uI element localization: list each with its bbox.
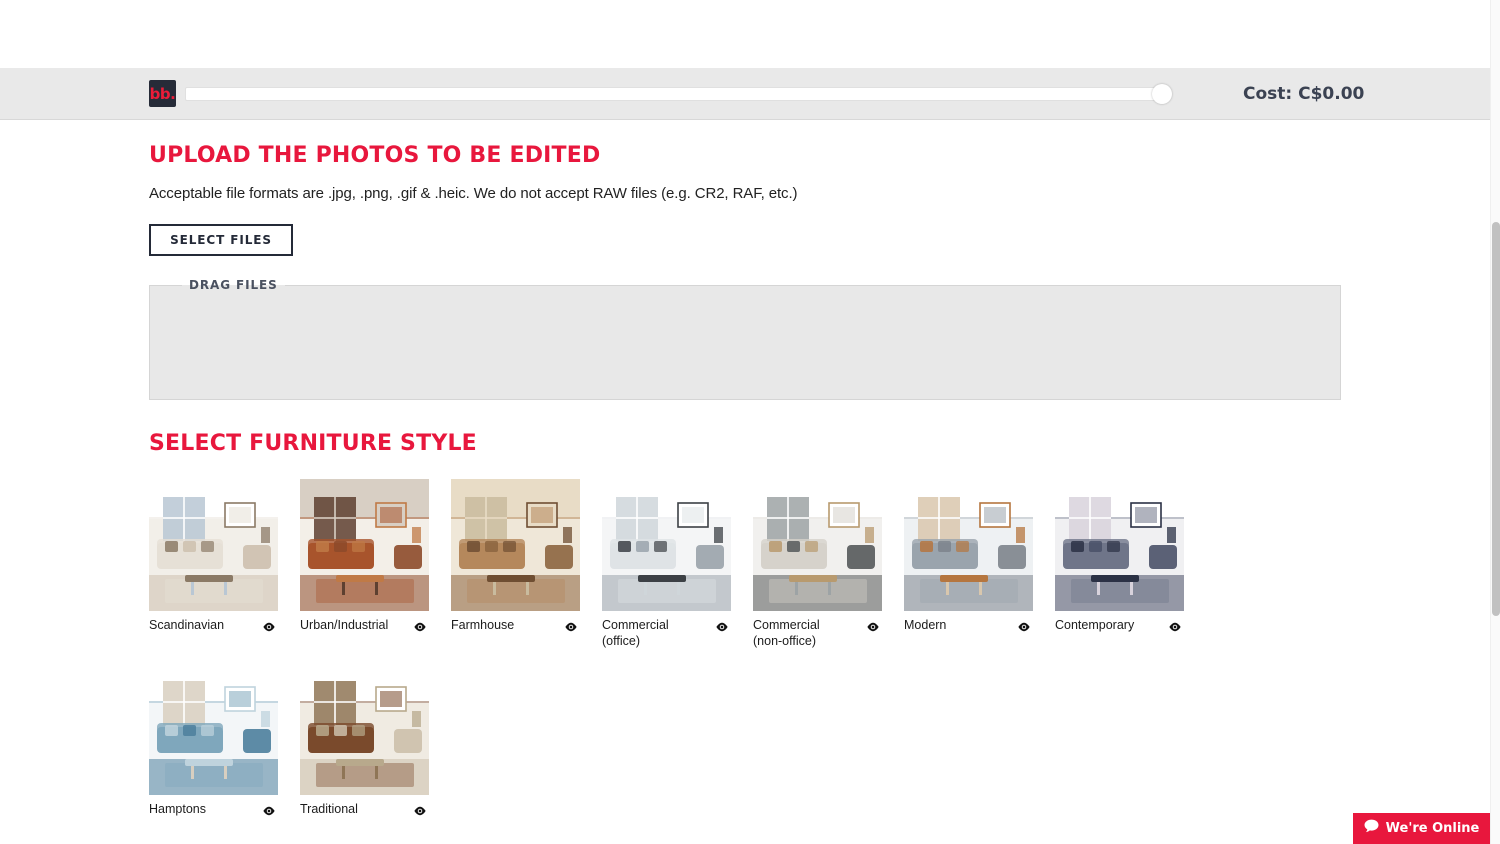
furniture-style-card[interactable]: Traditional	[300, 663, 429, 823]
cost-display: Cost: C$0.00	[1243, 83, 1365, 104]
style-label: Scandinavian	[149, 618, 225, 632]
eye-icon[interactable]	[413, 620, 427, 639]
style-card-footer: Commercial (non-office)	[753, 618, 882, 649]
furniture-style-card[interactable]: Commercial (office)	[602, 479, 731, 649]
style-thumbnail[interactable]	[602, 479, 731, 611]
eye-icon[interactable]	[1017, 620, 1031, 639]
eye-icon[interactable]	[1168, 620, 1182, 639]
style-label: Contemporary	[1055, 618, 1135, 632]
style-label: Commercial (non-office)	[753, 618, 820, 648]
furniture-style-card[interactable]: Urban/Industrial	[300, 479, 429, 649]
style-thumbnail[interactable]	[753, 479, 882, 611]
style-thumbnail[interactable]	[300, 479, 429, 611]
app-header: bb. Cost: C$0.00	[0, 68, 1490, 120]
style-label: Commercial (office)	[602, 618, 669, 648]
style-thumbnail[interactable]	[149, 663, 278, 796]
furniture-style-card[interactable]: Commercial (non-office)	[753, 479, 882, 649]
furniture-style-card[interactable]: Scandinavian	[149, 479, 278, 649]
file-format-note: Acceptable file formats are .jpg, .png, …	[149, 185, 798, 202]
eye-icon[interactable]	[715, 620, 729, 639]
furniture-style-card[interactable]: Modern	[904, 479, 1033, 649]
style-card-footer: Urban/Industrial	[300, 618, 429, 639]
eye-icon[interactable]	[564, 620, 578, 639]
page-scrollbar[interactable]	[1490, 0, 1500, 844]
select-files-button[interactable]: SELECT FILES	[149, 224, 293, 256]
eye-icon[interactable]	[262, 620, 276, 639]
style-label: Farmhouse	[451, 618, 515, 632]
furniture-style-card[interactable]: Farmhouse	[451, 479, 580, 649]
progress-track	[185, 86, 1165, 101]
style-thumbnail[interactable]	[1055, 479, 1184, 611]
style-thumbnail[interactable]	[300, 663, 429, 796]
style-thumbnail[interactable]	[149, 479, 278, 611]
main-content: UPLOAD THE PHOTOS TO BE EDITED Acceptabl…	[0, 121, 1490, 844]
style-card-footer: Farmhouse	[451, 618, 580, 639]
chat-bubble-icon	[1364, 819, 1379, 838]
drag-files-legend: DRAG FILES	[189, 278, 278, 292]
style-card-footer: Scandinavian	[149, 618, 278, 639]
style-label: Hamptons	[149, 802, 206, 817]
style-thumbnail[interactable]	[904, 479, 1033, 611]
furniture-style-card[interactable]: Contemporary	[1055, 479, 1184, 649]
furniture-section-title: SELECT FURNITURE STYLE	[149, 431, 477, 456]
style-card-footer: Hamptons	[149, 802, 278, 823]
style-label: Traditional	[300, 802, 358, 817]
furniture-style-card[interactable]: Hamptons	[149, 663, 278, 823]
style-card-footer: Commercial (office)	[602, 618, 731, 649]
scrollbar-thumb[interactable]	[1492, 222, 1500, 616]
eye-icon[interactable]	[413, 804, 427, 823]
bb-logo[interactable]: bb.	[149, 80, 176, 107]
style-card-footer: Modern	[904, 618, 1033, 639]
style-label: Urban/Industrial	[300, 618, 389, 632]
drag-files-dropzone[interactable]: DRAG FILES	[149, 278, 1341, 400]
style-label: Modern	[904, 618, 947, 632]
bb-logo-text: bb.	[149, 85, 176, 103]
style-card-footer: Contemporary	[1055, 618, 1184, 639]
eye-icon[interactable]	[262, 804, 276, 823]
style-card-footer: Traditional	[300, 802, 429, 823]
eye-icon[interactable]	[866, 620, 880, 639]
style-thumbnail[interactable]	[451, 479, 580, 611]
furniture-style-grid: Scandinavian Urban/Industrial Farmhouse Com…	[149, 479, 1349, 837]
chat-widget[interactable]: We're Online	[1353, 813, 1490, 844]
upload-section-title: UPLOAD THE PHOTOS TO BE EDITED	[149, 143, 601, 168]
upload-progress-slider[interactable]	[185, 83, 1172, 104]
chat-label: We're Online	[1385, 821, 1480, 836]
progress-knob[interactable]	[1152, 83, 1172, 104]
page-root: bb. Cost: C$0.00 UPLOAD THE PHOTOS TO BE…	[0, 0, 1500, 844]
top-whitespace	[0, 0, 1500, 68]
